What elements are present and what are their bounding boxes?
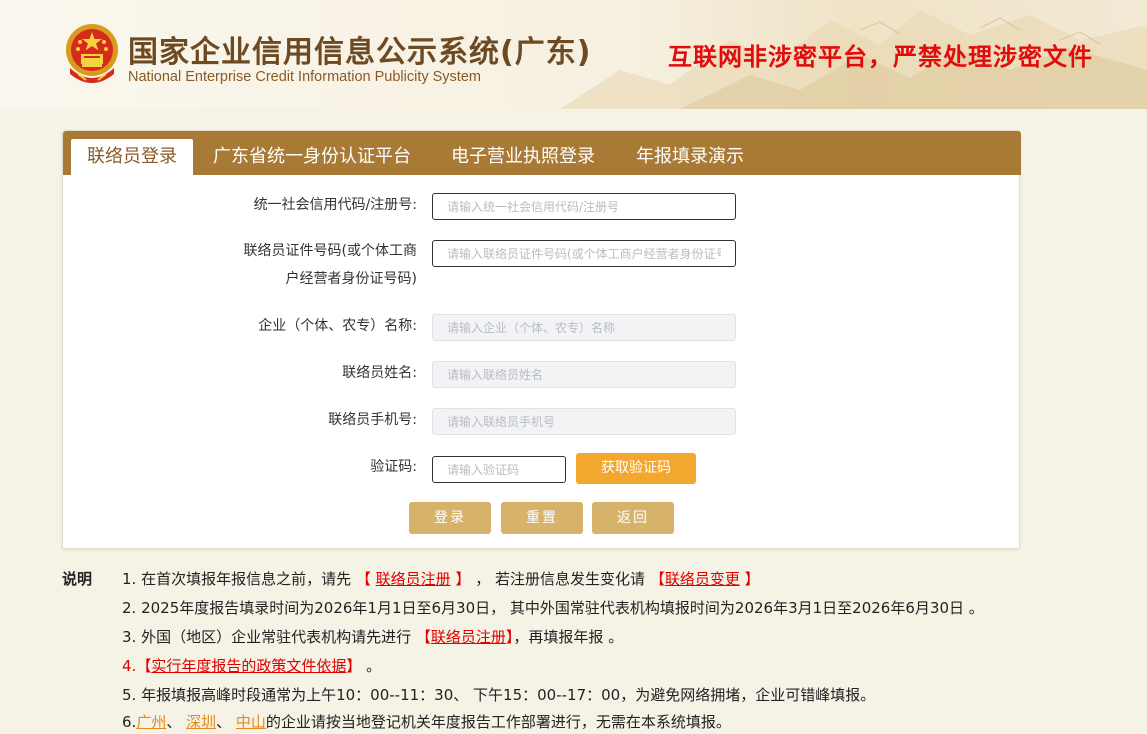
captcha-label: 验证码: bbox=[370, 459, 417, 475]
login-panel: 联络员登录 广东省统一身份认证平台 电子营业执照登录 年报填录演示 统一社会信用… bbox=[62, 130, 1021, 549]
note-4: 4.【实行年度报告的政策文件依据】 。 bbox=[122, 657, 382, 675]
liaison-name-label: 联络员姓名: bbox=[342, 365, 417, 381]
site-title: 国家企业信用信息公示系统(广东) bbox=[128, 35, 592, 70]
captcha-input[interactable] bbox=[432, 456, 566, 483]
liaison-phone-label: 联络员手机号: bbox=[328, 412, 417, 428]
security-warning: 互联网非涉密平台，严禁处理涉密文件 bbox=[668, 43, 1093, 71]
login-tab-bar: 联络员登录 广东省统一身份认证平台 电子营业执照登录 年报填录演示 bbox=[63, 131, 1021, 175]
notes-title: 说明 bbox=[62, 570, 93, 588]
policy-document-link[interactable]: 实行年度报告的政策文件依据 bbox=[151, 657, 346, 675]
note-3: 3. 外国（地区）企业常驻代表机构请先进行 【联络员注册】，再填报年报 。 bbox=[122, 628, 624, 646]
reset-button[interactable]: 重置 bbox=[501, 502, 583, 534]
id-number-label-line1: 联络员证件号码(或个体工商 bbox=[243, 243, 417, 259]
tab-unified-identity[interactable]: 广东省统一身份认证平台 bbox=[201, 139, 423, 175]
national-emblem-icon bbox=[66, 24, 118, 83]
note-1: 1. 在首次填报年报信息之前，请先 【 联络员注册 】 ， 若注册信息发生变化请… bbox=[122, 570, 760, 588]
get-captcha-button[interactable]: 获取验证码 bbox=[576, 453, 696, 484]
tab-e-license-login[interactable]: 电子营业执照登录 bbox=[437, 139, 609, 175]
login-button[interactable]: 登录 bbox=[409, 502, 491, 534]
site-subtitle: National Enterprise Credit Information P… bbox=[128, 69, 481, 85]
id-number-label-line2: 户经营者身份证号码) bbox=[285, 271, 417, 287]
liaison-change-link[interactable]: 联络员变更 bbox=[665, 570, 740, 588]
guangzhou-link[interactable]: 广州 bbox=[136, 713, 166, 731]
credit-code-input[interactable] bbox=[432, 193, 736, 220]
shenzhen-link[interactable]: 深圳 bbox=[186, 713, 216, 731]
back-button[interactable]: 返回 bbox=[592, 502, 674, 534]
tab-liaison-login[interactable]: 联络员登录 bbox=[71, 139, 193, 175]
id-number-input[interactable] bbox=[432, 240, 736, 267]
note-6: 6.广州、 深圳、 中山的企业请按当地登记机关年度报告工作部署进行，无需在本系统… bbox=[122, 713, 731, 731]
note-2: 2. 2025年度报告填录时间为2026年1月1日至6月30日， 其中外国常驻代… bbox=[122, 599, 984, 617]
liaison-name-input bbox=[432, 361, 736, 388]
enterprise-name-label: 企业（个体、农专）名称: bbox=[258, 318, 417, 334]
enterprise-name-input bbox=[432, 314, 736, 341]
liaison-register-link[interactable]: 联络员注册 bbox=[376, 570, 451, 588]
foreign-register-link[interactable]: 联络员注册 bbox=[431, 628, 506, 646]
note-5: 5. 年报填报高峰时段通常为上午10：00--11：30、 下午15：00--1… bbox=[122, 686, 876, 704]
zhongshan-link[interactable]: 中山 bbox=[236, 713, 266, 731]
liaison-phone-input bbox=[432, 408, 736, 435]
tab-annual-report-demo[interactable]: 年报填录演示 bbox=[623, 139, 757, 175]
credit-code-label: 统一社会信用代码/注册号: bbox=[253, 197, 417, 213]
site-header: 国家企业信用信息公示系统(广东) National Enterprise Cre… bbox=[0, 0, 1147, 109]
